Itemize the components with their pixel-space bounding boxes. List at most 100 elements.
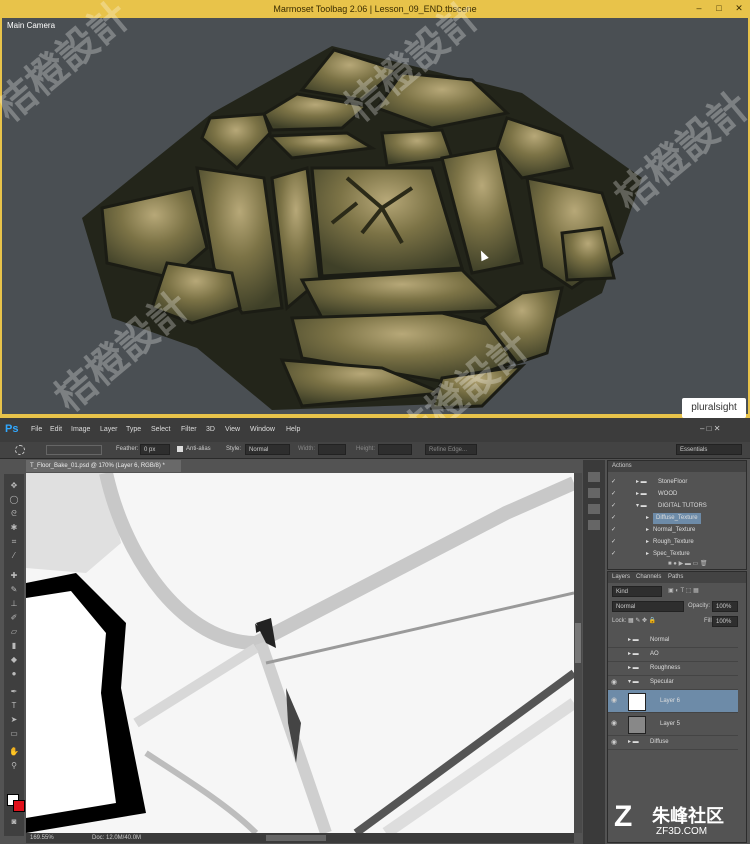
layer-row-selected[interactable]: ◉ Layer 6 xyxy=(608,690,738,713)
ps-window-controls[interactable]: – □ ✕ xyxy=(700,424,742,434)
expand-icon[interactable]: ▸ xyxy=(646,525,649,536)
eraser-tool-icon[interactable]: ▱ xyxy=(8,626,20,638)
action-row[interactable]: ✓ ▸ Normal_Texture xyxy=(608,525,746,536)
camera-label[interactable]: Main Camera xyxy=(7,21,55,30)
layer-row[interactable]: ◉ ▸ ▬ Diffuse xyxy=(608,736,738,750)
document-tab[interactable]: T_Floor_Bake_01.psd @ 170% (Layer 6, RGB… xyxy=(26,460,181,472)
scroll-thumb[interactable] xyxy=(575,623,581,663)
layer-row[interactable]: ▸ ▬ AO xyxy=(608,648,738,662)
tab-paths[interactable]: Paths xyxy=(668,574,683,580)
canvas-vertical-scrollbar[interactable] xyxy=(574,473,582,833)
move-tool-icon[interactable]: ✥ xyxy=(8,480,20,492)
check-icon[interactable]: ✓ xyxy=(611,489,617,500)
eye-icon[interactable]: ◉ xyxy=(611,713,617,735)
action-row[interactable]: ✓ ▸ Diffuse_Texture xyxy=(608,513,746,524)
marquee-tool-icon[interactable]: ◯ xyxy=(8,494,20,506)
eye-icon[interactable]: ◉ xyxy=(611,736,617,749)
menu-view[interactable]: View xyxy=(225,426,240,433)
layer-row[interactable]: ▸ ▬ Normal xyxy=(608,634,738,648)
tab-layers[interactable]: Layers xyxy=(612,574,630,580)
history-brush-icon[interactable]: ✐ xyxy=(8,612,20,624)
expand-icon[interactable]: ▸ xyxy=(646,513,649,524)
lock-icons[interactable]: ▦ ✎ ✥ 🔒 xyxy=(628,617,683,626)
menu-file[interactable]: File xyxy=(31,426,42,433)
style-select[interactable]: Normal xyxy=(245,444,290,455)
selection-mode-icons[interactable] xyxy=(46,445,102,455)
maximize-button[interactable]: □ xyxy=(710,3,728,14)
check-icon[interactable]: ✓ xyxy=(611,513,617,524)
menu-layer[interactable]: Layer xyxy=(100,426,118,433)
layer-filter-select[interactable]: Kind xyxy=(612,586,662,597)
gradient-tool-icon[interactable]: ▮ xyxy=(8,640,20,652)
tab-actions[interactable]: Actions xyxy=(612,463,632,469)
opacity-input[interactable]: 100% xyxy=(712,601,738,612)
blur-tool-icon[interactable]: ◆ xyxy=(8,654,20,666)
path-select-icon[interactable]: ➤ xyxy=(8,714,20,726)
dodge-tool-icon[interactable]: ● xyxy=(8,668,20,680)
workspace-select[interactable]: Essentials xyxy=(676,444,742,455)
adjustments-panel-icon[interactable] xyxy=(588,520,600,530)
width-input[interactable] xyxy=(318,444,346,455)
expand-icon[interactable]: ▸ xyxy=(646,537,649,548)
document-canvas[interactable] xyxy=(26,473,574,833)
check-icon[interactable]: ✓ xyxy=(611,525,617,536)
action-set-row[interactable]: ✓ ▾ ▬ DIGITAL TUTORS xyxy=(608,501,746,512)
zoom-tool-icon[interactable]: ⚲ xyxy=(8,760,20,772)
check-icon[interactable]: ✓ xyxy=(611,477,617,488)
action-set-label: StoneFloor xyxy=(658,479,688,485)
crop-tool-icon[interactable]: ⌗ xyxy=(8,536,20,548)
lasso-tool-icon[interactable]: ᘓ xyxy=(8,508,20,520)
close-button[interactable]: ✕ xyxy=(730,3,748,14)
action-set-row[interactable]: ✓ ▸ ▬ WOOD xyxy=(608,489,746,500)
action-row[interactable]: ✓ ▸ Spec_Texture xyxy=(608,549,746,560)
zoom-level[interactable]: 169.55% xyxy=(30,835,54,841)
elliptical-marquee-icon[interactable] xyxy=(15,445,25,455)
menu-edit[interactable]: Edit xyxy=(50,426,62,433)
menu-type[interactable]: Type xyxy=(126,426,141,433)
layer-name: Diffuse xyxy=(650,739,669,745)
menu-help[interactable]: Help xyxy=(286,426,300,433)
eye-icon[interactable]: ◉ xyxy=(611,676,617,689)
expand-icon[interactable]: ▸ xyxy=(646,549,649,560)
action-controls-icons[interactable]: ■ ● ▶ ▬ ▭ 🗑 xyxy=(668,560,738,567)
minimize-button[interactable]: – xyxy=(690,3,708,14)
menu-image[interactable]: Image xyxy=(71,426,90,433)
shape-tool-icon[interactable]: ▭ xyxy=(8,728,20,740)
height-input[interactable] xyxy=(378,444,412,455)
clone-stamp-icon[interactable]: ⊥ xyxy=(8,598,20,610)
brush-tool-icon[interactable]: ✎ xyxy=(8,584,20,596)
history-panel-icon[interactable] xyxy=(588,472,600,482)
feather-label: Feather: xyxy=(116,446,139,452)
layer-row[interactable]: ▸ ▬ Roughness xyxy=(608,662,738,676)
menu-window[interactable]: Window xyxy=(250,426,275,433)
refine-edge-button[interactable]: Refine Edge... xyxy=(425,444,477,455)
type-tool-icon[interactable]: T xyxy=(8,700,20,712)
blend-mode-select[interactable]: Normal xyxy=(612,601,684,612)
fill-input[interactable]: 100% xyxy=(712,616,738,627)
check-icon[interactable]: ✓ xyxy=(611,537,617,548)
tab-channels[interactable]: Channels xyxy=(636,574,661,580)
action-row[interactable]: ✓ ▸ Rough_Texture xyxy=(608,537,746,548)
feather-input[interactable]: 0 px xyxy=(140,444,170,455)
menu-select[interactable]: Select xyxy=(151,426,170,433)
layer-row[interactable]: ◉ Layer 5 xyxy=(608,713,738,736)
quick-mask-icon[interactable]: ◙ xyxy=(8,816,20,828)
check-icon[interactable]: ✓ xyxy=(611,549,617,560)
actions-panel-icon[interactable] xyxy=(588,488,600,498)
menu-3d[interactable]: 3D xyxy=(206,426,215,433)
layer-filter-icons[interactable]: ▣ ◐ T ⬚ ▦ xyxy=(668,587,738,596)
hand-tool-icon[interactable]: ✋ xyxy=(8,746,20,758)
eyedropper-tool-icon[interactable]: ⁄ xyxy=(8,550,20,562)
check-icon[interactable]: ✓ xyxy=(611,501,617,512)
healing-brush-icon[interactable]: ✚ xyxy=(8,570,20,582)
background-color-swatch[interactable] xyxy=(13,800,25,812)
eye-icon[interactable]: ◉ xyxy=(611,690,617,712)
pen-tool-icon[interactable]: ✒ xyxy=(8,686,20,698)
quick-select-tool-icon[interactable]: ✱ xyxy=(8,522,20,534)
canvas-horizontal-scrollbar[interactable] xyxy=(266,835,326,841)
action-set-row[interactable]: ✓ ▸ ▬ StoneFloor xyxy=(608,477,746,488)
antialias-checkbox[interactable] xyxy=(177,446,183,452)
layer-row[interactable]: ◉ ▾ ▬ Specular xyxy=(608,676,738,690)
menu-filter[interactable]: Filter xyxy=(181,426,197,433)
properties-panel-icon[interactable] xyxy=(588,504,600,514)
